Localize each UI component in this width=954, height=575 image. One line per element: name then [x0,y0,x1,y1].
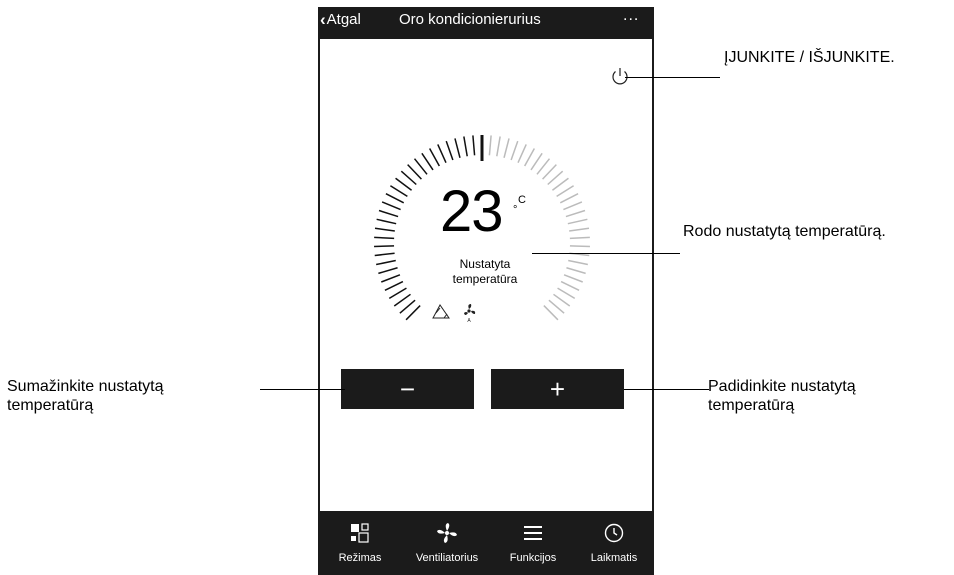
power-icon[interactable] [609,65,631,87]
callout-decrease: Sumažinkite nustatytą temperatūrą [7,377,164,415]
increase-temperature-button[interactable]: + [491,369,624,409]
dial-tick [381,274,401,283]
dial-tick [388,287,407,299]
nav-label-timer: Laikmatis [590,552,638,564]
more-menu-button[interactable]: ... [623,7,639,25]
dial-tick [563,201,583,211]
clock-icon [604,523,624,543]
dial-tick [374,252,395,257]
dial-tick [565,209,586,218]
page-title: Oro kondicionierurius [399,11,541,28]
nav-item-functions[interactable]: Funkcijos [492,512,574,575]
nav-item-fan[interactable]: Ventiliatorius [402,512,492,575]
nav-item-mode[interactable]: Režimas [320,512,400,575]
dial-tick [503,138,510,158]
callout-line-decrease [260,389,345,390]
dial-tick [569,227,590,232]
dial-tick [568,259,588,266]
dial-tick [381,201,401,211]
bottom-nav: Režimas Ventiliatorius Funkcijos Laikmat… [320,512,654,575]
dial-tick [553,293,571,307]
nav-label-fan: Ventiliatorius [415,552,479,564]
callout-power: ĮJUNKITE / IŠJUNKITE. [724,49,895,66]
callout-line-increase [624,389,709,390]
set-temperature-label: Nustatyta temperatūra [426,257,544,287]
dial-tick [454,138,461,158]
dial-tick [428,148,440,167]
dial-tick [530,152,543,171]
dial-tick [376,259,396,266]
dial-tick [385,193,405,204]
menu-icon [524,526,542,540]
set-label-line1: Nustatyta [459,257,511,271]
dial-tick [488,135,492,156]
mode-icon [351,523,369,543]
dial-tick [548,299,565,314]
callout-decrease-line1: Sumažinkite nustatytą [7,378,164,395]
dial-tick [421,152,434,171]
dial-tick [413,158,428,175]
callout-temperature: Rodo nustatytą temperatūrą. [683,223,886,240]
back-label: Atgal [326,11,361,28]
dial-tick [400,170,417,186]
callout-line-power [625,77,720,78]
dial-tick [395,177,413,191]
callout-increase-line2: temperatūrą [708,397,795,414]
mode-indicators: A [432,304,476,322]
dial-tick [378,209,399,218]
nav-label-mode: Režimas [338,552,382,564]
dial-tick [543,305,559,321]
callout-decrease-line2: temperatūrą [7,397,94,414]
dial-tick [496,136,501,157]
dial-tick [472,135,476,156]
title-bar: ‹ Atgal Oro kondicionierurius ... [318,7,654,39]
dial-tick [569,236,590,240]
dial-tick [517,144,527,164]
dial-tick [569,245,590,248]
callout-increase-line1: Padidinkite nustatytą [708,378,856,395]
chevron-left-icon: ‹ [320,10,326,29]
dial-tick [463,136,468,157]
dial-tick [407,164,422,180]
recycle-icon [432,304,450,319]
dial-tick [376,218,397,225]
dial-tick [567,218,588,225]
dial-tick [556,185,574,198]
temperature-value: 23 [440,179,504,244]
dial-tick [566,267,586,275]
nav-label-functions: Funkcijos [509,552,557,564]
unit-letter: C [518,194,526,206]
dial-tick [547,170,564,186]
dial-tick [374,245,395,248]
dial-tick [559,193,579,204]
back-button[interactable]: ‹ Atgal [320,11,361,28]
dial-tick [390,185,408,198]
unit-degree: ° [513,204,518,216]
dial-tick [563,274,583,283]
dial-tick [399,299,416,314]
set-label-line2: temperatūra [452,272,518,286]
callout-increase: Padidinkite nustatytą temperatūrą [708,377,856,415]
dial-tick [437,144,447,164]
dial-tick [378,267,398,275]
fan-icon [437,523,457,543]
dial-tick [405,305,421,321]
dial-tick [524,148,536,167]
dial-tick [557,287,576,299]
dial-tick [393,293,411,307]
dial-tick [384,280,404,292]
decrease-temperature-button[interactable]: − [341,369,474,409]
auto-fan-icon: A [464,304,476,322]
dial-tick [536,158,551,175]
dial-tick [374,236,395,240]
callout-line-temperature [532,253,680,254]
dial-tick [551,177,569,191]
dial-tick [560,280,580,292]
dial-tick [510,140,519,161]
svg-text:A: A [467,318,471,322]
dial-tick [374,227,395,232]
nav-item-timer[interactable]: Laikmatis [574,512,654,575]
dial-tick [445,140,454,161]
dial-tick [542,164,557,180]
